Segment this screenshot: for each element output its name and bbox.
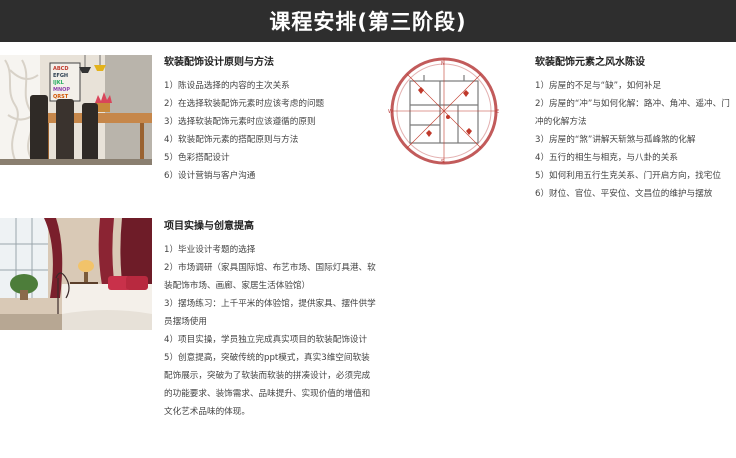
list-item: 3）摆场练习：上千平米的体验馆，提供家具、摆件供学员摆场使用 <box>164 299 376 327</box>
page-header: 课程安排(第三阶段) <box>0 0 736 42</box>
section-title: 软装配饰元素之风水陈设 <box>535 57 645 68</box>
section-project-practice: 项目实操与创意提高 1）毕业设计考题的选择 2）市场调研（家具国际馆、布艺市场、… <box>164 220 378 421</box>
svg-text:E: E <box>496 109 499 115</box>
list-item: 4）项目实操，学员独立完成真实项目的软装配饰设计 <box>164 335 368 345</box>
list-item: 6）财位、官位、平安位、文昌位的维护与摆放 <box>535 189 713 199</box>
svg-text:W: W <box>388 109 393 115</box>
list-item: 5）创意提高，突破传统的ppt模式，真实3维空间软装配饰展示，突破为了软装而软装… <box>164 353 371 417</box>
section-list: 1）房屋的不足与“缺”，如何补足 2）房屋的“冲”与如何化解：路冲、角冲、遥冲、… <box>535 77 733 203</box>
list-item: 2）市场调研（家具国际馆、布艺市场、国际灯具港、软装配饰市场、画廊、家居生活体验… <box>164 263 376 291</box>
svg-text:MNOP: MNOP <box>53 87 70 93</box>
list-item: 1）房屋的不足与“缺”，如何补足 <box>535 81 662 91</box>
list-item: 3）选择软装配饰元素时应该遵循的原则 <box>164 117 316 127</box>
list-item: 4）五行的相生与相克，与八卦的关系 <box>535 153 678 163</box>
list-item: 2）房屋的“冲”与如何化解：路冲、角冲、遥冲、门冲的化解方法 <box>535 99 730 127</box>
bedroom-illustration <box>0 218 152 330</box>
section-list: 1）陈设品选择的内容的主次关系 2）在选择软装配饰元素时应该考虑的问题 3）选择… <box>164 77 360 185</box>
list-item: 4）软装配饰元素的搭配原则与方法 <box>164 135 299 145</box>
list-item: 3）房屋的“煞”讲解天斩煞与孤峰煞的化解 <box>535 135 696 145</box>
section-list: 1）毕业设计考题的选择 2）市场调研（家具国际馆、布艺市场、国际灯具港、软装配饰… <box>164 241 378 421</box>
fengshui-floorplan-image: N S E W <box>368 55 520 167</box>
page-title: 课程安排(第三阶段) <box>269 10 467 34</box>
bedroom-photo <box>0 218 152 330</box>
section-title: 软装配饰设计原则与方法 <box>164 57 274 68</box>
list-item: 2）在选择软装配饰元素时应该考虑的问题 <box>164 99 325 109</box>
list-item: 1）毕业设计考题的选择 <box>164 245 256 255</box>
svg-text:ABCD: ABCD <box>53 66 69 72</box>
list-item: 5）色彩搭配设计 <box>164 153 230 163</box>
list-item: 1）陈设品选择的内容的主次关系 <box>164 81 290 91</box>
svg-text:S: S <box>441 159 444 165</box>
svg-text:EFGH: EFGH <box>53 73 68 79</box>
fengshui-floorplan-illustration: N S E W <box>368 55 520 167</box>
dining-room-photo: ABCD EFGH IJKL MNOP QRST <box>0 55 152 165</box>
section-title: 项目实操与创意提高 <box>164 221 254 232</box>
svg-text:N: N <box>441 61 445 67</box>
list-item: 5）如何利用五行生克关系、门开启方向，找宅位 <box>535 171 721 181</box>
section-fengshui-decor: 软装配饰元素之风水陈设 1）房屋的不足与“缺”，如何补足 2）房屋的“冲”与如何… <box>535 56 733 203</box>
list-item: 6）设计营销与客户沟通 <box>164 171 256 181</box>
svg-text:IJKL: IJKL <box>53 80 65 86</box>
section-soft-decor-principles: 软装配饰设计原则与方法 1）陈设品选择的内容的主次关系 2）在选择软装配饰元素时… <box>164 56 360 185</box>
dining-room-illustration: ABCD EFGH IJKL MNOP QRST <box>0 55 152 165</box>
